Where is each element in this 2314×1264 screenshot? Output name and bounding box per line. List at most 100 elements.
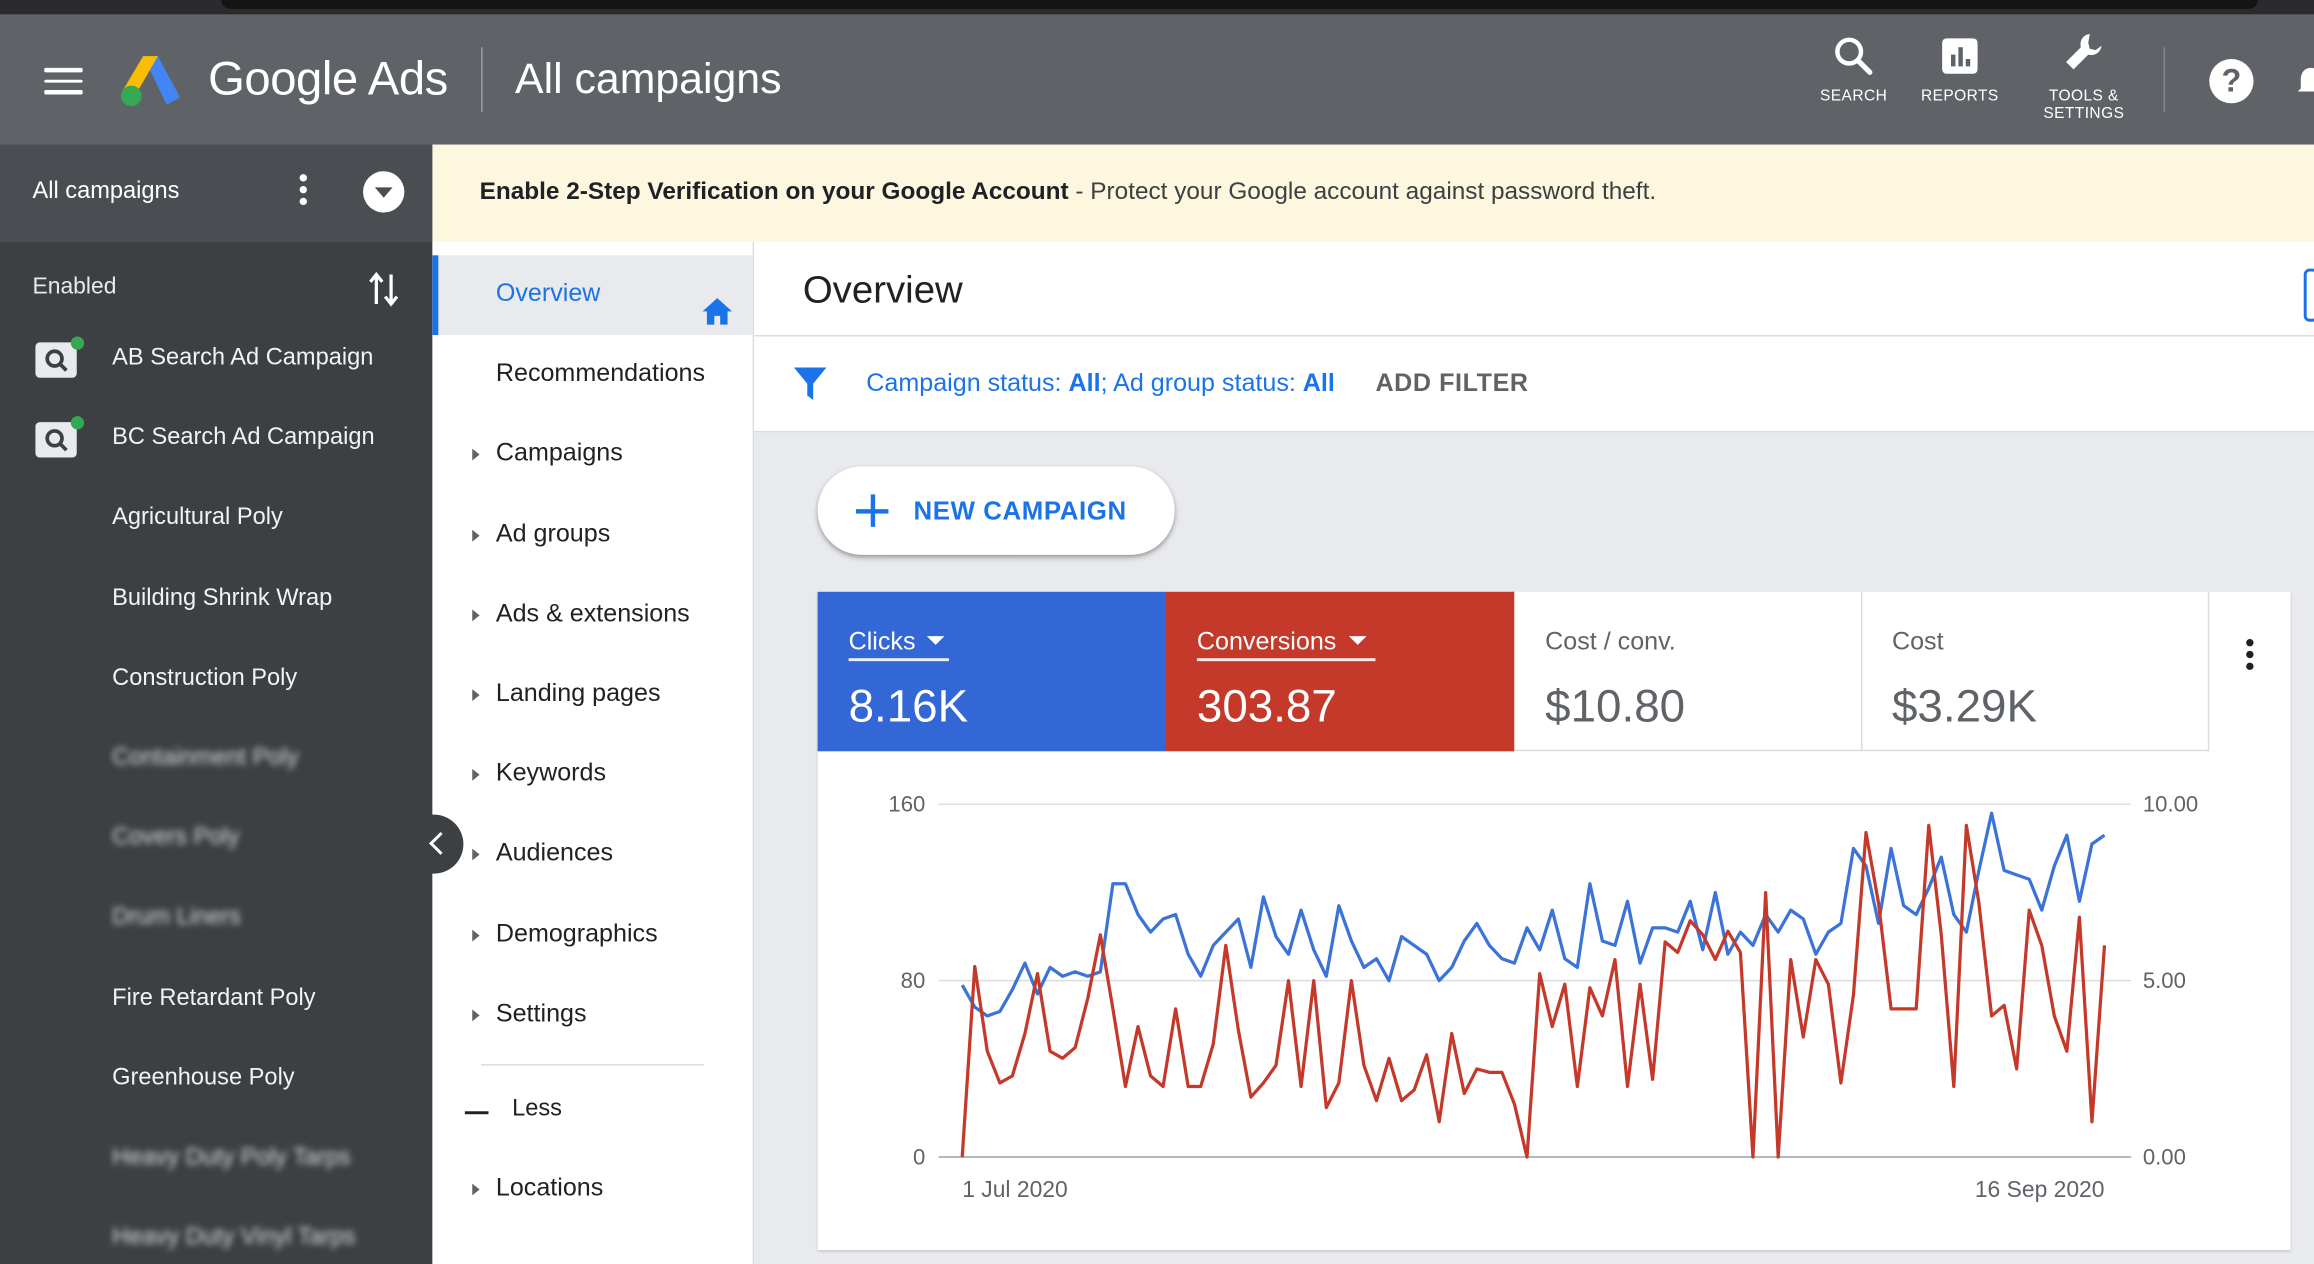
nav-less-toggle[interactable]: Less xyxy=(432,1073,752,1153)
stage: Google Ads All campaigns SEARCH REPORTS … xyxy=(0,0,2314,1264)
campaign-item[interactable]: Containment Poly xyxy=(0,722,432,802)
reports-button[interactable]: REPORTS xyxy=(1919,35,2002,105)
campaign-item[interactable]: Fire Retardant Poly xyxy=(0,962,432,1042)
plus-icon xyxy=(855,494,889,527)
search-campaign-icon xyxy=(35,416,85,458)
campaign-item[interactable]: Construction Poly xyxy=(0,642,432,722)
campaign-name: Heavy Duty Vinyl Tarps xyxy=(112,1225,356,1251)
google-ads-logo xyxy=(121,56,181,107)
campaign-name: Drum Liners xyxy=(112,905,241,931)
nav-item-locations[interactable]: Locations xyxy=(432,1150,752,1230)
x-tick-end: 16 Sep 2020 xyxy=(1975,1176,2105,1202)
sidebar-header: All campaigns xyxy=(0,144,433,243)
scorecard-name: Cost xyxy=(1891,627,1944,656)
campaign-item[interactable]: Heavy Duty Vinyl Tarps xyxy=(0,1202,432,1264)
filter-part: ; Ad group status: xyxy=(1100,368,1303,397)
scorecard-clicks[interactable]: Clicks 8.16K xyxy=(817,591,1166,752)
scorecard-value: 8.16K xyxy=(848,680,969,732)
nav-item-audiences[interactable]: Audiences xyxy=(432,815,752,895)
banner-title[interactable]: Enable 2-Step Verification on your Googl… xyxy=(480,179,1069,206)
campaign-item[interactable]: Heavy Duty Poly Tarps xyxy=(0,1122,432,1202)
add-filter-button[interactable]: ADD FILTER xyxy=(1375,369,1528,399)
expand-arrow-icon xyxy=(472,609,480,622)
nav-item-demographics[interactable]: Demographics xyxy=(432,895,752,975)
help-icon[interactable]: ? xyxy=(2209,59,2254,104)
tools-label-1: TOOLS & xyxy=(2048,87,2119,105)
nav-item-label: Keywords xyxy=(495,758,607,787)
sidebar-section-label: Enabled xyxy=(32,274,117,300)
reports-icon xyxy=(1942,38,1978,74)
menu-icon[interactable] xyxy=(44,67,83,95)
nav-item-overview[interactable]: Overview xyxy=(432,255,753,336)
search-campaign-icon xyxy=(35,336,85,378)
expand-arrow-icon xyxy=(472,689,480,702)
campaign-item[interactable]: Drum Liners xyxy=(0,882,432,962)
filter-part: Campaign status: xyxy=(866,368,1069,397)
performance-chart: 0 80 160 0.00 5.00 10.00 1 Jul 2020 16 Sep 2020 xyxy=(818,751,2291,1250)
tools-settings-button[interactable]: TOOLS & SETTINGS xyxy=(2037,30,2131,123)
nav-item-label: Audiences xyxy=(495,838,614,867)
campaign-name: Containment Poly xyxy=(112,745,299,771)
campaign-name: Building Shrink Wrap xyxy=(112,585,333,611)
series-line-conversions xyxy=(960,823,2107,1159)
caret-down-icon xyxy=(927,636,946,645)
dropdown-icon[interactable] xyxy=(363,171,405,213)
metric-underline xyxy=(1196,658,1376,661)
campaign-name: BC Search Ad Campaign xyxy=(112,425,375,451)
sidebar-title[interactable]: All campaigns xyxy=(32,179,179,206)
nav-item-keywords[interactable]: Keywords xyxy=(432,735,752,815)
nav-item-label: Recommendations xyxy=(495,358,706,387)
campaign-name: Greenhouse Poly xyxy=(112,1065,295,1091)
browser-chrome xyxy=(0,0,2314,15)
wrench-icon xyxy=(2066,33,2102,70)
active-filters[interactable]: Campaign status: All; Ad group status: A… xyxy=(866,369,1335,399)
nav-item-label: Landing pages xyxy=(495,678,661,707)
campaign-sidebar: All campaigns Enabled AB Search Ad Campa… xyxy=(0,144,433,1264)
date-range-edge[interactable] xyxy=(2303,268,2314,322)
campaign-name: AB Search Ad Campaign xyxy=(112,345,374,371)
page-title: All campaigns xyxy=(515,56,782,104)
reports-label: REPORTS xyxy=(1920,87,1999,105)
y-left-tick: 0 xyxy=(913,1144,925,1169)
y-right-tick: 0.00 xyxy=(2143,1144,2186,1169)
nav-item-label: Ad groups xyxy=(495,518,611,547)
header-divider-right xyxy=(2163,47,2165,113)
campaign-item[interactable]: Building Shrink Wrap xyxy=(0,562,432,642)
search-icon xyxy=(1835,37,1873,75)
campaign-item[interactable]: BC Search Ad Campaign xyxy=(0,402,432,482)
nav-item-settings[interactable]: Settings xyxy=(432,975,752,1055)
more-options-icon[interactable] xyxy=(292,174,313,212)
main-content: Overview Campaign status: All; Ad group … xyxy=(754,242,2314,1264)
scorecard-name[interactable]: Clicks xyxy=(849,627,946,657)
bell-icon[interactable] xyxy=(2296,65,2314,100)
filter-icon[interactable] xyxy=(793,366,827,401)
expand-arrow-icon xyxy=(472,849,480,861)
scorecard-name[interactable]: Conversions xyxy=(1197,627,1366,657)
campaign-item[interactable]: Covers Poly xyxy=(0,802,432,882)
scorecard-cost-per-conv[interactable]: Cost / conv. $10.80 xyxy=(1514,591,1863,752)
nav-item-ads-extensions[interactable]: Ads & extensions xyxy=(432,575,752,655)
scorecard-value: $10.80 xyxy=(1545,680,1686,732)
expand-arrow-icon xyxy=(472,1009,480,1021)
new-campaign-button[interactable]: NEW CAMPAIGN xyxy=(817,466,1175,555)
scorecard-conversions[interactable]: Conversions 303.87 xyxy=(1165,591,1515,752)
campaign-name: Covers Poly xyxy=(112,825,240,851)
nav-item-campaigns[interactable]: Campaigns xyxy=(432,415,752,495)
sort-icon[interactable] xyxy=(366,269,401,310)
performance-panel: Clicks 8.16K Conversions 303.87 Cost / c… xyxy=(817,591,2291,1251)
nav-item-label: Locations xyxy=(495,1173,604,1202)
y-left-tick: 160 xyxy=(888,792,925,817)
campaign-item[interactable]: Agricultural Poly xyxy=(0,482,432,562)
expand-arrow-icon xyxy=(472,929,480,941)
collapse-icon xyxy=(464,1111,489,1115)
y-right-tick: 5.00 xyxy=(2143,968,2186,993)
expand-arrow-icon xyxy=(472,769,480,781)
more-options-icon[interactable] xyxy=(2240,639,2258,680)
nav-item-landing-pages[interactable]: Landing pages xyxy=(432,655,752,735)
scorecard-cost[interactable]: Cost $3.29K xyxy=(1860,591,2210,752)
nav-item-recommendations[interactable]: Recommendations xyxy=(432,335,752,415)
campaign-item[interactable]: AB Search Ad Campaign xyxy=(0,322,432,402)
nav-item-ad-groups[interactable]: Ad groups xyxy=(432,495,752,575)
search-button[interactable]: SEARCH xyxy=(1812,35,1895,105)
campaign-item[interactable]: Greenhouse Poly xyxy=(0,1042,432,1122)
